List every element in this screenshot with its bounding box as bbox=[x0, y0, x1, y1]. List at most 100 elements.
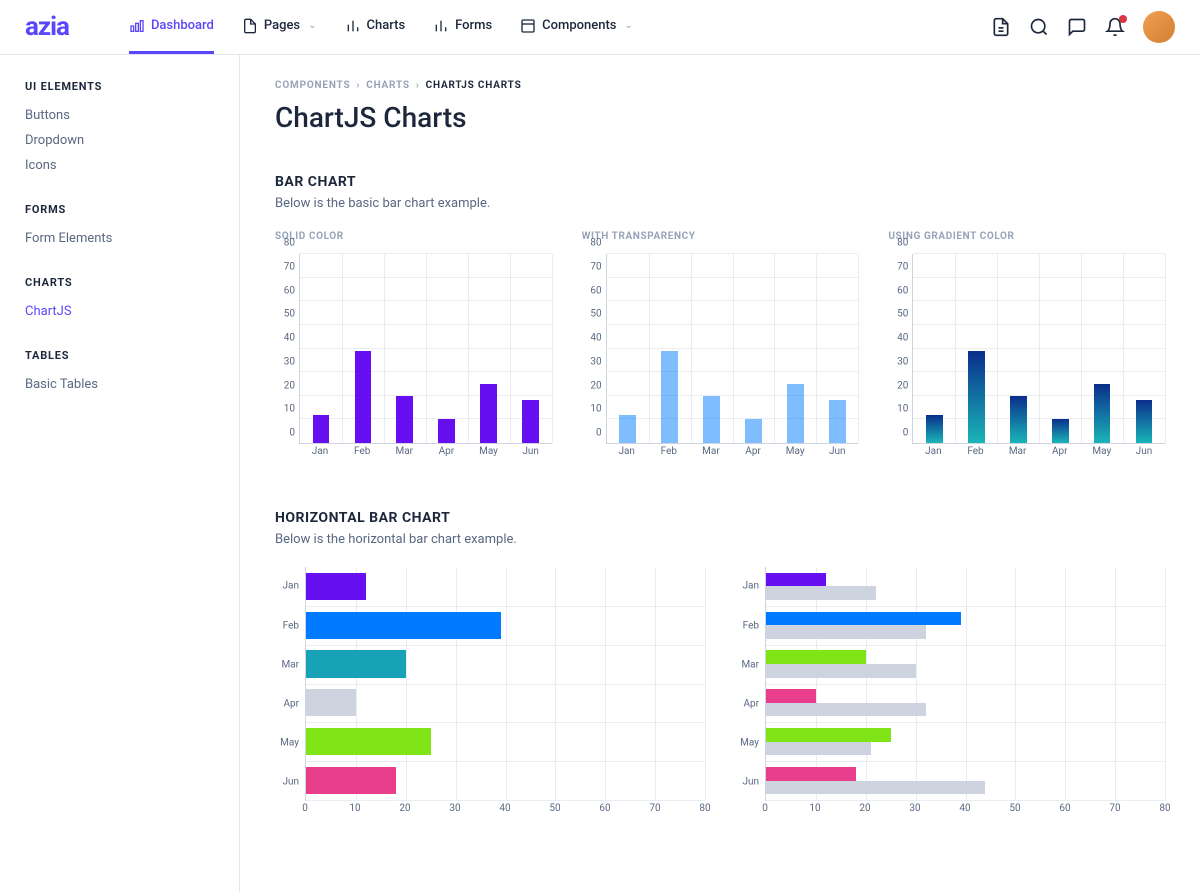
bar[interactable] bbox=[438, 419, 455, 443]
bar[interactable] bbox=[619, 415, 636, 443]
chart-title: USING GRADIENT COLOR bbox=[888, 231, 1165, 242]
y-tick: 10 bbox=[284, 404, 295, 415]
nav-item-dashboard[interactable]: Dashboard bbox=[129, 1, 214, 54]
nav-icon bbox=[520, 18, 536, 34]
hbar[interactable] bbox=[766, 728, 891, 742]
x-tick: 50 bbox=[549, 803, 560, 814]
bar-chart: 01020304050607080JanFebMarAprMayJun bbox=[582, 254, 859, 460]
bar-chart-row: SOLID COLOR01020304050607080JanFebMarApr… bbox=[275, 231, 1165, 460]
hbar[interactable] bbox=[766, 664, 916, 678]
hbar[interactable] bbox=[766, 689, 816, 703]
y-tick: 30 bbox=[590, 356, 601, 367]
bell-icon[interactable] bbox=[1105, 17, 1125, 37]
hbar[interactable] bbox=[766, 612, 961, 626]
x-tick: Mar bbox=[1009, 446, 1027, 457]
bar-chart: 01020304050607080JanFebMarAprMayJun bbox=[275, 254, 552, 460]
sidebar: UI ELEMENTSButtonsDropdownIconsFORMSForm… bbox=[0, 55, 240, 892]
bar[interactable] bbox=[1094, 384, 1111, 443]
x-tick: May bbox=[479, 446, 498, 457]
nav-label: Charts bbox=[367, 18, 406, 33]
bar[interactable] bbox=[1052, 419, 1069, 443]
bar[interactable] bbox=[787, 384, 804, 443]
nav-item-components[interactable]: Components⌄ bbox=[520, 1, 633, 54]
x-tick: May bbox=[1092, 446, 1111, 457]
y-tick: 70 bbox=[897, 261, 908, 272]
y-tick: Jan bbox=[283, 581, 299, 592]
hbar[interactable] bbox=[306, 650, 406, 677]
nav-item-charts[interactable]: Charts bbox=[345, 1, 406, 54]
nav-item-pages[interactable]: Pages⌄ bbox=[242, 1, 317, 54]
x-tick: Mar bbox=[395, 446, 413, 457]
avatar[interactable] bbox=[1143, 11, 1175, 43]
x-tick: 0 bbox=[302, 803, 308, 814]
bar[interactable] bbox=[968, 351, 985, 443]
hbar-chart: JanFebMarAprMayJun01020304050607080 bbox=[735, 567, 1165, 817]
hbar[interactable] bbox=[766, 573, 826, 587]
header: azia Dashboard Pages⌄ Charts Forms Component… bbox=[0, 0, 1200, 55]
bar[interactable] bbox=[522, 400, 539, 443]
breadcrumb-item[interactable]: COMPONENTS bbox=[275, 80, 350, 91]
hbar[interactable] bbox=[766, 650, 866, 664]
x-tick: Jan bbox=[618, 446, 634, 457]
file-icon[interactable] bbox=[991, 17, 1011, 37]
bar[interactable] bbox=[355, 351, 372, 443]
nav-label: Dashboard bbox=[151, 18, 214, 33]
chart-bar1: SOLID COLOR01020304050607080JanFebMarApr… bbox=[275, 231, 552, 460]
sidebar-item-basic-tables[interactable]: Basic Tables bbox=[25, 372, 214, 397]
hbar[interactable] bbox=[766, 625, 926, 639]
chart-hbar1: JanFebMarAprMayJun01020304050607080 bbox=[275, 567, 705, 817]
sidebar-item-dropdown[interactable]: Dropdown bbox=[25, 128, 214, 153]
bar[interactable] bbox=[703, 396, 720, 443]
x-tick: Feb bbox=[661, 446, 677, 457]
x-tick: Mar bbox=[702, 446, 720, 457]
y-tick: 20 bbox=[897, 380, 908, 391]
hbar[interactable] bbox=[306, 573, 366, 600]
hbar-section-title: HORIZONTAL BAR CHART bbox=[275, 510, 1165, 526]
sidebar-item-buttons[interactable]: Buttons bbox=[25, 103, 214, 128]
x-tick: 50 bbox=[1009, 803, 1020, 814]
hbar[interactable] bbox=[306, 767, 396, 794]
nav-icon bbox=[433, 18, 449, 34]
y-tick: 40 bbox=[284, 333, 295, 344]
x-tick: 60 bbox=[599, 803, 610, 814]
hbar[interactable] bbox=[766, 767, 856, 781]
bar[interactable] bbox=[396, 396, 413, 443]
hbar[interactable] bbox=[766, 586, 876, 600]
sidebar-item-icons[interactable]: Icons bbox=[25, 153, 214, 178]
nav-item-forms[interactable]: Forms bbox=[433, 1, 492, 54]
y-tick: 80 bbox=[590, 238, 601, 249]
bar[interactable] bbox=[1010, 396, 1027, 443]
y-tick: Feb bbox=[283, 620, 299, 631]
bar[interactable] bbox=[1136, 400, 1153, 443]
sidebar-item-form-elements[interactable]: Form Elements bbox=[25, 226, 214, 251]
search-icon[interactable] bbox=[1029, 17, 1049, 37]
x-tick: 70 bbox=[649, 803, 660, 814]
bar[interactable] bbox=[480, 384, 497, 443]
message-icon[interactable] bbox=[1067, 17, 1087, 37]
bar[interactable] bbox=[661, 351, 678, 443]
hbar[interactable] bbox=[766, 781, 985, 795]
brand-logo[interactable]: azia bbox=[25, 12, 69, 42]
hbar-chart-row: JanFebMarAprMayJun01020304050607080 Jan Fe… bbox=[275, 567, 1165, 817]
hbar[interactable] bbox=[306, 612, 501, 639]
content: COMPONENTS›CHARTS›CHARTJS CHARTS ChartJS… bbox=[240, 55, 1200, 892]
y-tick: Feb bbox=[743, 620, 759, 631]
sidebar-item-chartjs[interactable]: ChartJS bbox=[25, 299, 214, 324]
x-tick: 10 bbox=[809, 803, 820, 814]
bar-section-title: BAR CHART bbox=[275, 174, 1165, 190]
hbar[interactable] bbox=[766, 703, 926, 717]
hbar-chart: JanFebMarAprMayJun01020304050607080 bbox=[275, 567, 705, 817]
bar[interactable] bbox=[926, 415, 943, 443]
hbar[interactable] bbox=[306, 689, 356, 716]
bar[interactable] bbox=[313, 415, 330, 443]
x-tick: Jan bbox=[312, 446, 328, 457]
hbar[interactable] bbox=[306, 728, 431, 755]
bar[interactable] bbox=[745, 419, 762, 443]
hbar[interactable] bbox=[766, 742, 871, 756]
y-tick: Apr bbox=[283, 698, 299, 709]
breadcrumb-item[interactable]: CHARTS bbox=[366, 80, 410, 91]
y-tick: Apr bbox=[743, 698, 759, 709]
breadcrumb-item: CHARTJS CHARTS bbox=[426, 80, 522, 91]
x-tick: Apr bbox=[745, 446, 761, 457]
bar[interactable] bbox=[829, 400, 846, 443]
